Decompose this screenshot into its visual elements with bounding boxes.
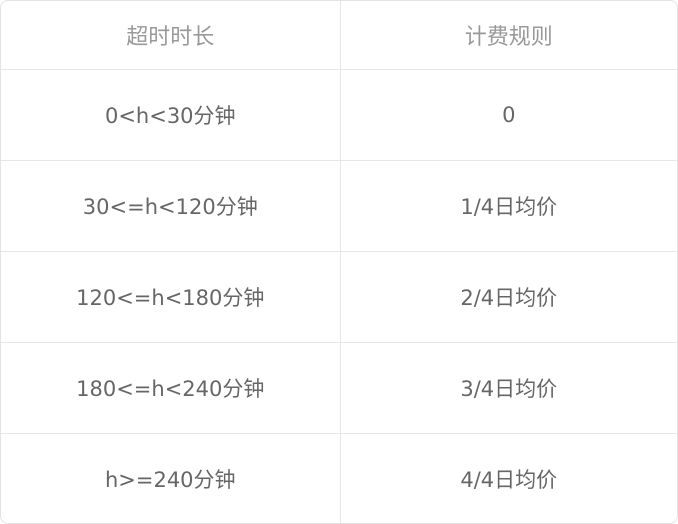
rule-cell: 3/4日均价 bbox=[340, 342, 677, 434]
duration-cell: 180<=h<240分钟 bbox=[1, 342, 341, 434]
table-row: 180<=h<240分钟 3/4日均价 bbox=[1, 342, 677, 434]
table-header-row: 超时时长 计费规则 bbox=[1, 1, 677, 70]
table-row: 30<=h<120分钟 1/4日均价 bbox=[1, 160, 677, 252]
rule-cell: 1/4日均价 bbox=[340, 160, 677, 252]
rule-cell: 4/4日均价 bbox=[460, 468, 558, 492]
header-overtime-duration: 超时时长 bbox=[1, 1, 341, 70]
duration-cell: 120<=h<180分钟 bbox=[1, 251, 341, 343]
header-billing-rule: 计费规则 bbox=[340, 1, 677, 70]
duration-cell: h>=240分钟 bbox=[1, 433, 341, 523]
table-row: h>=240分钟 4/4日均价 bbox=[1, 433, 677, 523]
duration-cell: 0<h<30分钟 bbox=[1, 69, 341, 161]
rule-cell: 0 bbox=[340, 69, 677, 161]
table-row: 120<=h<180分钟 2/4日均价 bbox=[1, 251, 677, 343]
billing-rules-table: 超时时长 计费规则 0<h<30分钟 0 30<=h<120分钟 1/4日均价 … bbox=[1, 1, 677, 523]
table-row: 0<h<30分钟 0 bbox=[1, 69, 677, 161]
overtime-billing-table: 超时时长 计费规则 0<h<30分钟 0 30<=h<120分钟 1/4日均价 … bbox=[0, 0, 678, 524]
rule-cell: 2/4日均价 bbox=[340, 251, 677, 343]
duration-cell: 30<=h<120分钟 bbox=[1, 160, 341, 252]
